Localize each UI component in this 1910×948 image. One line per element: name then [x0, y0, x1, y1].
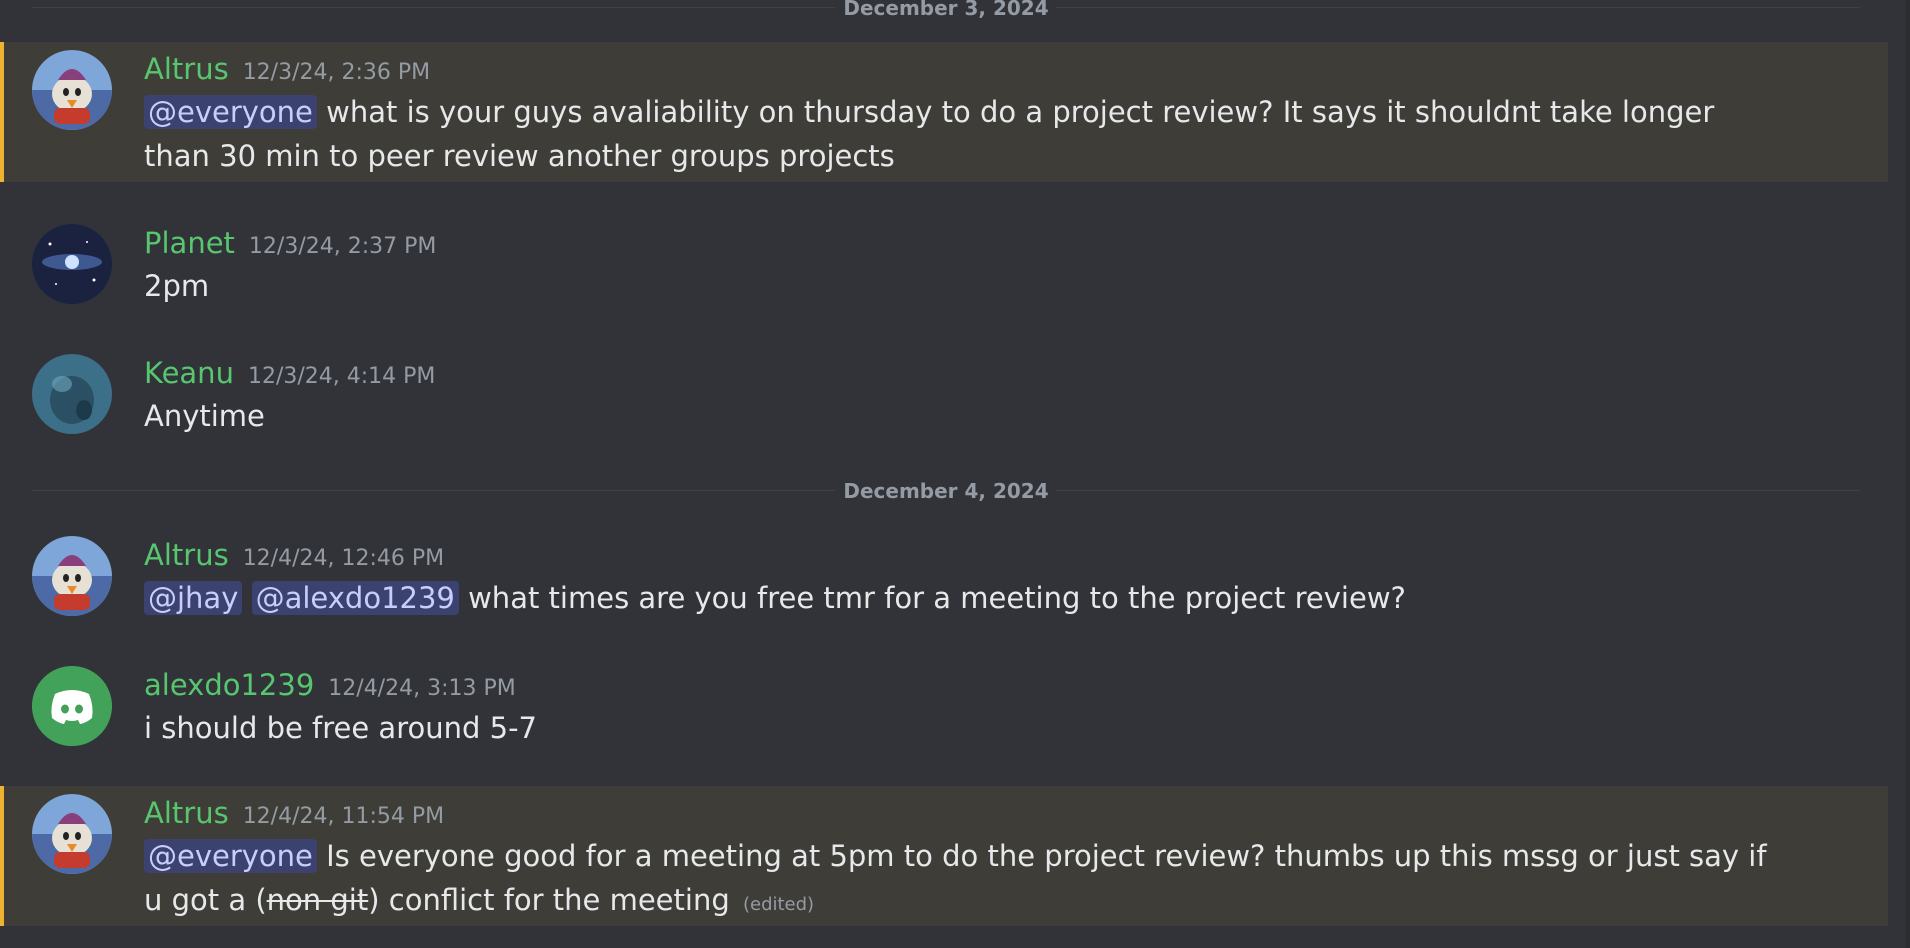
edited-label: (edited) — [742, 894, 815, 915]
scrollbar-track[interactable] — [1906, 0, 1910, 948]
author-name[interactable]: Altrus — [144, 52, 229, 86]
message-item[interactable]: alexdo1239 12/4/24, 3:13 PM i should be f… — [0, 654, 1888, 764]
paren-close: ) — [368, 883, 380, 917]
message-item[interactable]: Altrus 12/4/24, 12:46 PM @jhay @alexdo123… — [0, 524, 1888, 634]
message-timestamp: 12/4/24, 11:54 PM — [242, 804, 445, 829]
message-timestamp: 12/3/24, 2:36 PM — [242, 60, 431, 85]
message-text-end: conflict for the meeting — [388, 883, 730, 917]
author-name[interactable]: Keanu — [144, 356, 234, 390]
message-text: i should be free around 5-7 — [144, 711, 537, 745]
message-item[interactable]: Keanu 12/3/24, 4:14 PM Anytime — [0, 342, 1888, 452]
message-timestamp: 12/3/24, 2:37 PM — [248, 234, 437, 259]
message-item[interactable]: Planet 12/3/24, 2:37 PM 2pm — [0, 212, 1888, 322]
message-text: Is everyone good for a meeting at 5pm to… — [144, 839, 1767, 917]
mention-alexdo1239[interactable]: @alexdo1239 — [251, 581, 459, 615]
avatar-keanu[interactable] — [32, 354, 112, 434]
author-name[interactable]: Altrus — [144, 796, 229, 830]
message-timestamp: 12/4/24, 3:13 PM — [328, 676, 516, 701]
avatar-alexdo1239[interactable] — [32, 666, 112, 746]
author-name[interactable]: Planet — [144, 226, 235, 260]
message-content: Anytime — [144, 394, 1784, 438]
mention-everyone[interactable]: @everyone — [144, 839, 317, 873]
avatar-altrus[interactable] — [32, 794, 112, 874]
message-content: @everyone Is everyone good for a meeting… — [144, 834, 1784, 927]
mention-everyone[interactable]: @everyone — [144, 95, 317, 129]
message-content: 2pm — [144, 264, 1784, 308]
message-content: i should be free around 5-7 — [144, 706, 1784, 750]
message-timestamp: 12/3/24, 4:14 PM — [247, 364, 436, 389]
message-content: @jhay @alexdo1239 what times are you fre… — [144, 576, 1784, 620]
mention-jhay[interactable]: @jhay — [144, 581, 243, 615]
message-text: what times are you free tmr for a meetin… — [468, 581, 1406, 615]
message-text: what is your guys avaliability on thursd… — [144, 95, 1715, 173]
avatar-altrus[interactable] — [32, 536, 112, 616]
author-name[interactable]: Altrus — [144, 538, 229, 572]
avatar-planet[interactable] — [32, 224, 112, 304]
message-content: @everyone what is your guys avaliability… — [144, 90, 1784, 178]
date-divider-label: December 4, 2024 — [835, 481, 1057, 501]
strikethrough-text: non git — [266, 883, 369, 917]
mention-highlight-bar — [0, 42, 4, 182]
message-text: 2pm — [144, 269, 210, 303]
message-timestamp: 12/4/24, 12:46 PM — [242, 546, 445, 571]
message-item[interactable]: Altrus 12/3/24, 2:36 PM @everyone what is… — [0, 42, 1888, 182]
message-text: Anytime — [144, 399, 265, 433]
discord-logo-icon — [32, 666, 112, 746]
author-name[interactable]: alexdo1239 — [144, 668, 314, 702]
avatar-altrus[interactable] — [32, 50, 112, 130]
mention-highlight-bar — [0, 786, 4, 926]
date-divider-label: December 3, 2024 — [835, 0, 1057, 18]
message-item[interactable]: Altrus 12/4/24, 11:54 PM @everyone Is eve… — [0, 786, 1888, 926]
date-divider-dec-4: December 4, 2024 — [32, 481, 1860, 501]
date-divider-dec-3: December 3, 2024 — [32, 0, 1860, 18]
paren-open: ( — [255, 883, 267, 917]
